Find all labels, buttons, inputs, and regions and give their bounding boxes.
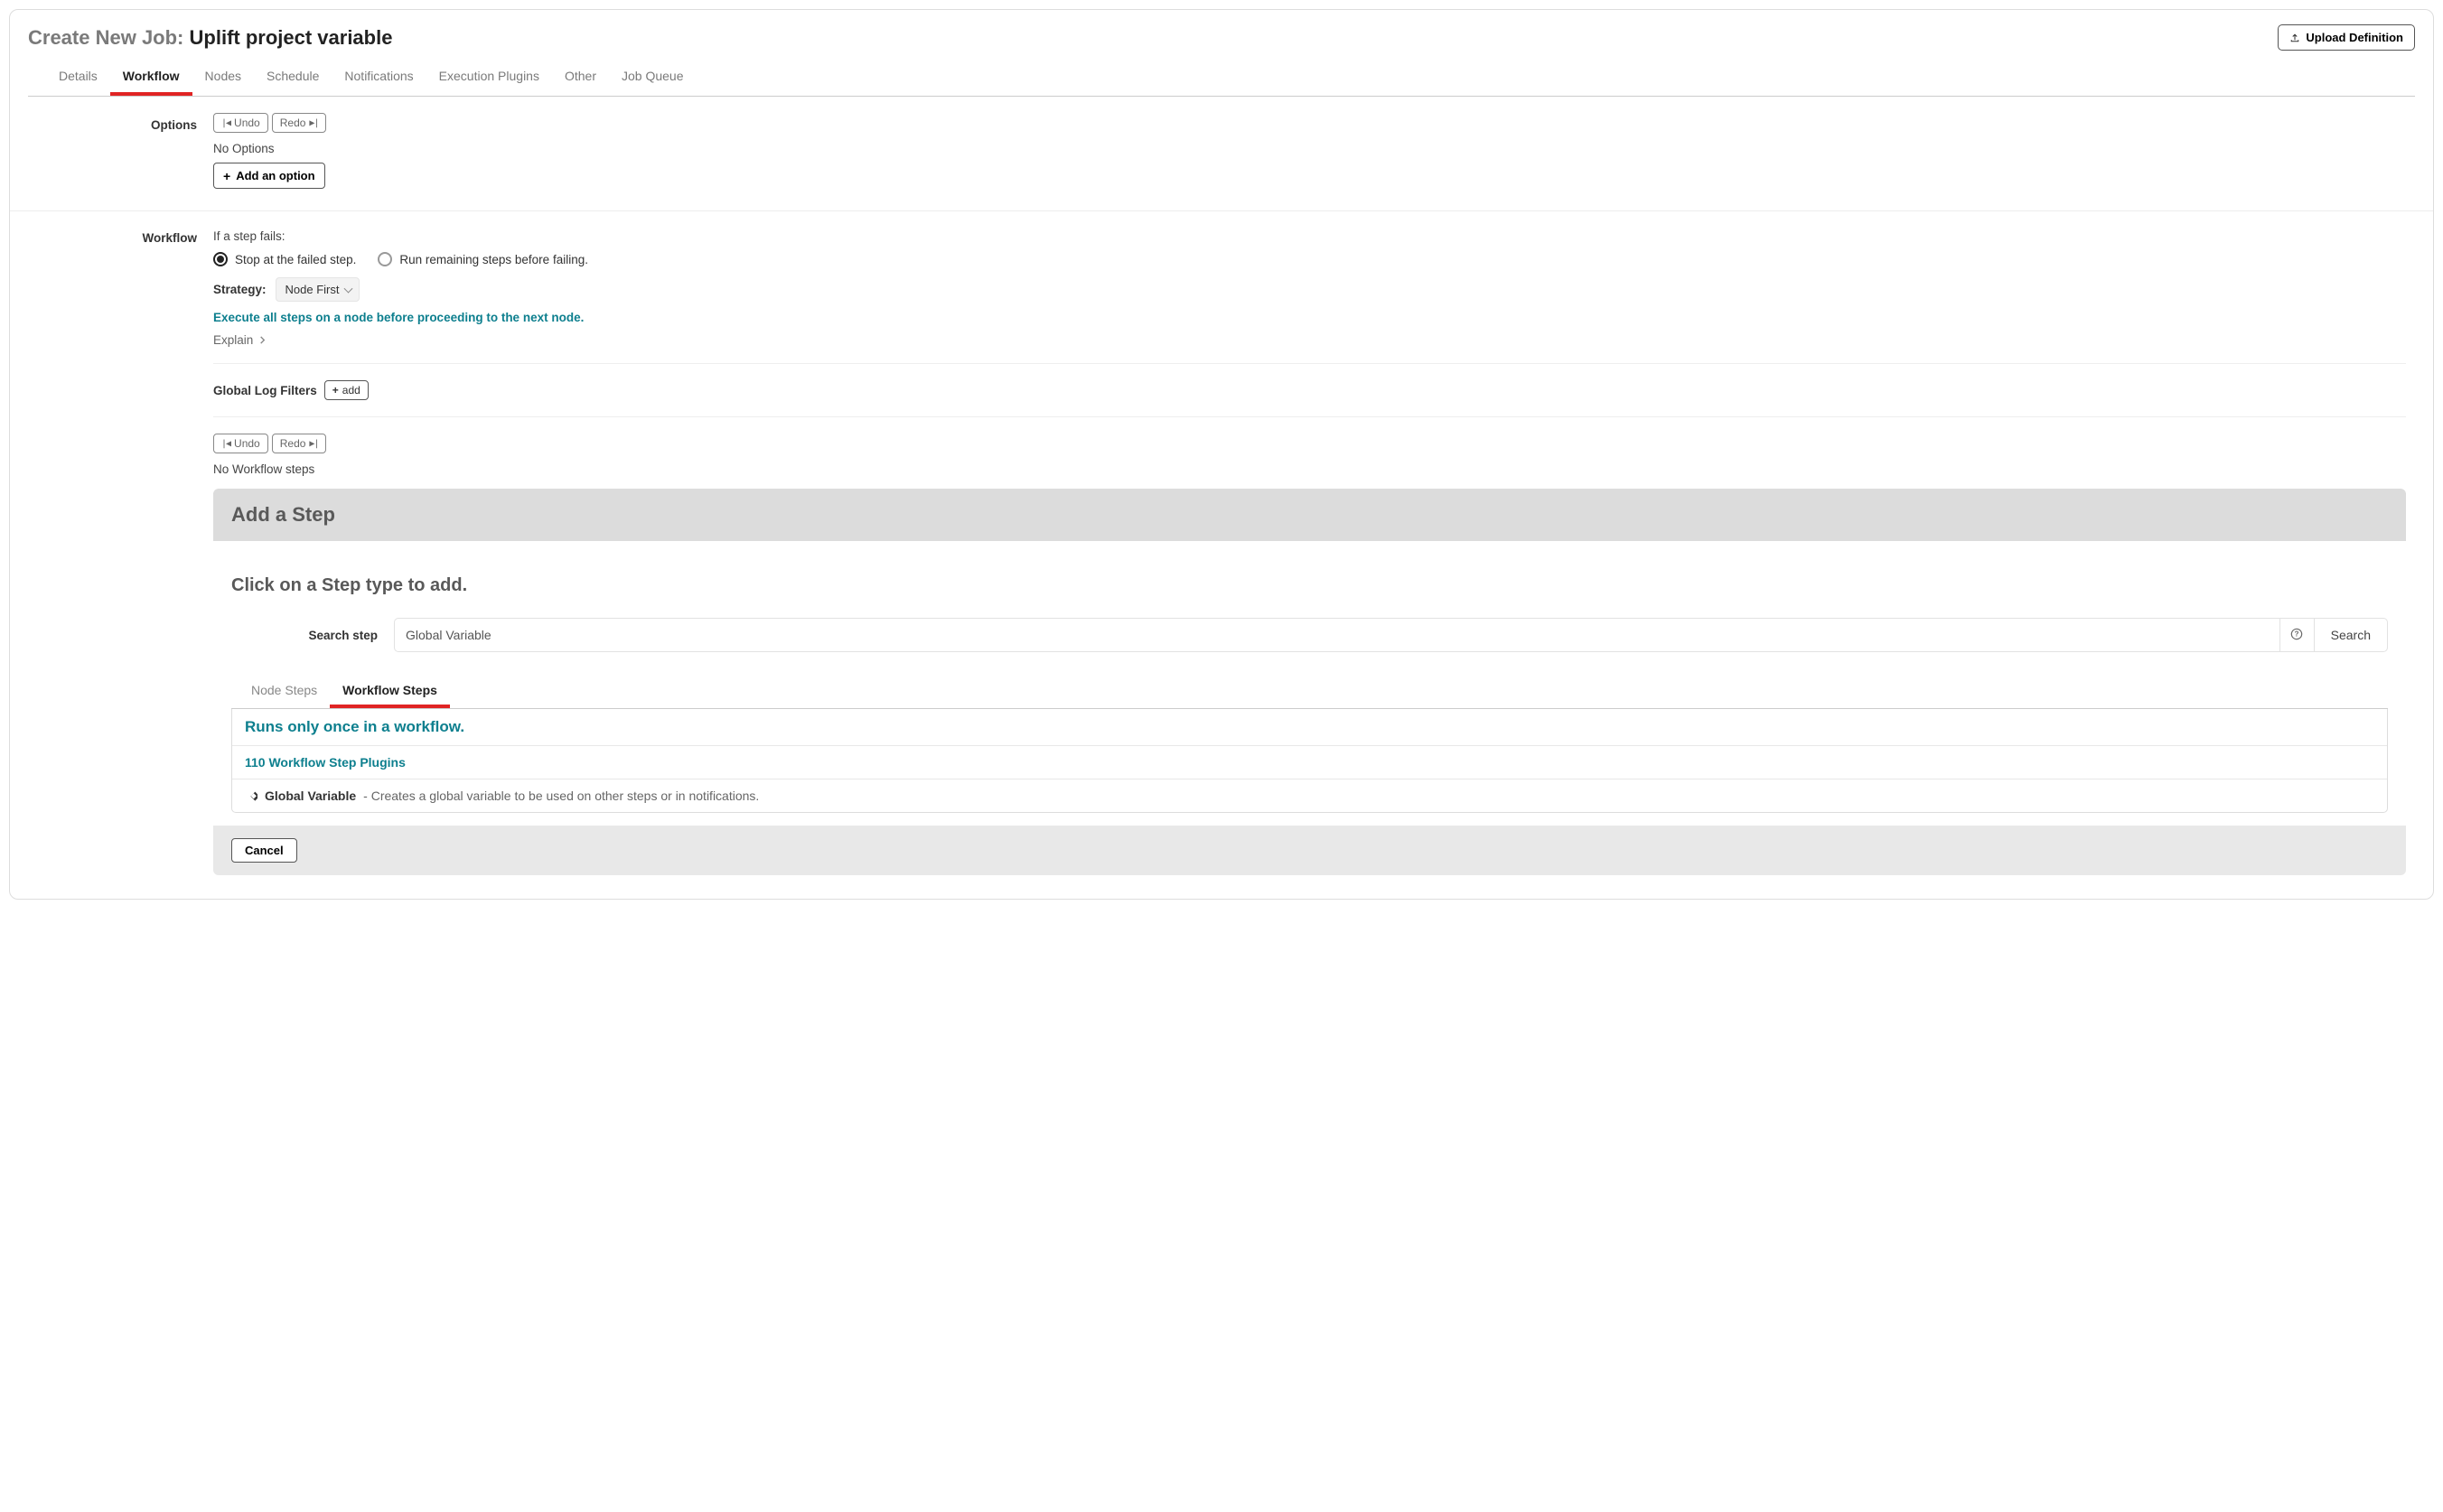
options-label: Options (10, 113, 213, 132)
svg-text:?: ? (2295, 630, 2299, 638)
options-undo-button[interactable]: |◀ Undo (213, 113, 268, 133)
runs-once-info: Runs only once in a workflow. (245, 718, 464, 735)
step-plugin-global-variable[interactable]: Global Variable - Creates a global varia… (232, 779, 2387, 812)
workflow-undo-button[interactable]: |◀ Undo (213, 434, 268, 453)
tab-details[interactable]: Details (46, 60, 110, 96)
search-help-button[interactable]: ? (2279, 618, 2314, 652)
upload-definition-button[interactable]: Upload Definition (2278, 24, 2415, 51)
explain-toggle[interactable]: Explain (213, 333, 2406, 347)
workflow-label: Workflow (10, 226, 213, 245)
search-button[interactable]: Search (2314, 618, 2388, 652)
search-step-input[interactable] (394, 618, 2279, 652)
tab-job-queue[interactable]: Job Queue (609, 60, 697, 96)
step-type-tabs: Node Steps Workflow Steps (231, 676, 2388, 709)
add-step-instruction: Click on a Step type to add. (231, 575, 2388, 596)
radio-checked-icon (213, 252, 228, 266)
tab-other[interactable]: Other (552, 60, 609, 96)
upload-icon (2289, 33, 2300, 43)
undo-skip-icon: |◀ (221, 118, 230, 128)
help-icon: ? (2290, 628, 2303, 643)
tab-workflow[interactable]: Workflow (110, 60, 192, 96)
tab-nodes[interactable]: Nodes (192, 60, 254, 96)
strategy-label: Strategy: (213, 283, 267, 296)
main-tabs: Details Workflow Nodes Schedule Notifica… (28, 60, 2415, 97)
add-step-title: Add a Step (231, 503, 2388, 527)
tab-execution-plugins[interactable]: Execution Plugins (426, 60, 552, 96)
redo-skip-icon: ▶| (309, 118, 318, 128)
if-step-fails-label: If a step fails: (213, 229, 2406, 243)
global-log-filters-label: Global Log Filters (213, 384, 317, 397)
cancel-button[interactable]: Cancel (231, 838, 297, 863)
plugin-name: Global Variable (265, 789, 356, 803)
redo-skip-icon: ▶| (309, 439, 318, 449)
add-step-panel: Add a Step Click on a Step type to add. … (213, 489, 2406, 875)
title-prefix: Create New Job: (28, 26, 183, 49)
tab-notifications[interactable]: Notifications (332, 60, 426, 96)
tab-workflow-steps[interactable]: Workflow Steps (330, 676, 450, 708)
options-empty-text: No Options (213, 142, 2406, 155)
strategy-description: Execute all steps on a node before proce… (213, 311, 2406, 324)
plus-icon: + (332, 385, 339, 396)
search-step-label: Search step (231, 629, 394, 642)
plus-icon: + (223, 170, 230, 182)
options-redo-button[interactable]: Redo ▶| (272, 113, 327, 133)
workflow-redo-button[interactable]: Redo ▶| (272, 434, 327, 453)
workflow-empty-text: No Workflow steps (213, 462, 2406, 476)
add-option-button[interactable]: + Add an option (213, 163, 325, 189)
plugin-count: 110 Workflow Step Plugins (245, 755, 406, 770)
tab-schedule[interactable]: Schedule (254, 60, 332, 96)
page-title: Create New Job: Uplift project variable (28, 26, 392, 50)
chevron-right-icon (258, 336, 267, 344)
add-log-filter-button[interactable]: + add (324, 380, 369, 400)
radio-run-remaining[interactable]: Run remaining steps before failing. (378, 252, 588, 266)
tab-node-steps[interactable]: Node Steps (239, 676, 330, 708)
undo-skip-icon: |◀ (221, 439, 230, 449)
plugin-description: - Creates a global variable to be used o… (363, 789, 759, 803)
radio-unchecked-icon (378, 252, 392, 266)
radio-stop-at-failed[interactable]: Stop at the failed step. (213, 252, 356, 266)
strategy-select[interactable]: Node First (276, 277, 360, 302)
plugin-icon (245, 789, 257, 802)
job-name: Uplift project variable (190, 26, 393, 49)
